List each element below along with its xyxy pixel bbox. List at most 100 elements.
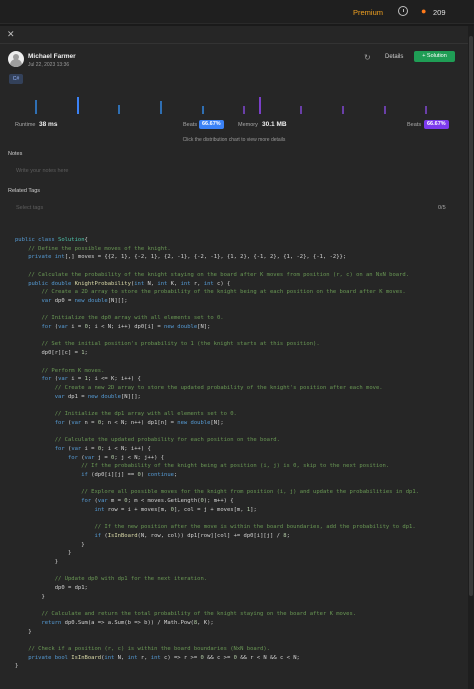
code-token: // Calculate the probability of the knig… [28,271,410,278]
submission-date: Jul 22, 2023 13:36 [28,62,70,68]
distribution-bar[interactable] [77,97,79,114]
code-token: var [71,419,82,426]
code-token: KnightProbability [74,280,131,287]
code-line: // Initialize the dp0 array with all ele… [15,314,419,323]
code-line: ​ [15,480,419,489]
notes-label: Notes [8,151,23,157]
code-token: ; m < moves.GetLength( [127,498,201,505]
code-token: private int [28,254,65,261]
code-line: // Update dp0 with dp1 for the next iter… [15,575,419,584]
distribution-bar[interactable] [300,106,302,114]
scrollbar[interactable] [468,26,474,689]
distribution-bar[interactable] [342,106,344,114]
scrollbar-thumb[interactable] [469,36,473,596]
distribution-bar[interactable] [160,101,162,114]
timer-icon[interactable] [398,6,408,16]
header-divider [0,43,468,44]
code-token: { [84,237,88,243]
code-line: private int[,] moves = {{2, 1}, {-2, 1},… [15,253,419,262]
runtime-label: Runtime [15,122,36,128]
author-name[interactable]: Michael Farmer [28,53,76,60]
code-token: // Define the possible moves of the knig… [28,245,171,252]
streak-count[interactable]: 209 [433,8,446,17]
fire-icon[interactable]: ● [421,6,426,16]
distribution-bar[interactable] [259,97,261,114]
code-token: var [41,297,52,304]
distribution-bar[interactable] [202,106,204,114]
code-line: } [15,628,419,637]
code-token: // Set the initial position's probabilit… [41,341,320,348]
code-line: int row = i + moves[m, 0], col = j + mov… [15,506,419,515]
code-token: row = i + moves[m, [104,506,171,513]
code-line: // If the new position after the move is… [15,523,419,532]
refresh-icon[interactable]: ↻ [364,53,371,62]
distribution-bar[interactable] [425,106,427,114]
distribution-bar[interactable] [243,106,245,114]
add-solution-button[interactable]: + Solution [414,51,455,62]
code-line: } [15,558,419,567]
code-token: int [94,506,105,513]
code-token: } [15,559,59,566]
distribution-bar[interactable] [118,105,120,114]
code-token: ; j < N; j++) { [114,454,165,461]
avatar[interactable] [8,51,24,67]
code-token: // If the probability of the knight bein… [81,463,390,470]
code-token: // Explore all possible moves for the kn… [81,489,419,496]
code-line: return dp0.Sum(a => a.Sum(b => b)) / Mat… [15,619,419,628]
code-line: if (IsInBoard(N, row, col)) dp1[row][col… [15,532,419,541]
code-token: public class [15,237,59,243]
code-token: int [134,280,145,287]
code-token: Solution [58,237,85,243]
code-line: } [15,549,419,558]
code-token: int [157,280,168,287]
code-line: // Explore all possible moves for the kn… [15,488,419,497]
code-token: new double [74,297,108,304]
code-token: for [41,324,52,331]
code-line: ​ [15,358,419,367]
tags-input[interactable]: Select tags [16,205,43,211]
code-token: var [97,498,108,505]
distribution-bar[interactable] [35,100,37,114]
code-token: var [58,324,68,331]
code-token: , K); [197,619,214,626]
code-token: dp0[r][c] = [15,350,82,357]
close-icon[interactable]: ✕ [7,29,15,40]
code-token: } [15,550,72,557]
code-token: ; i <= K; i++) { [87,376,141,383]
code-token: var [84,454,95,461]
distribution-bar[interactable] [384,106,386,114]
code-block[interactable]: public class Solution{ // Define the pos… [15,236,419,671]
code-token: } [15,593,45,600]
premium-link[interactable]: Premium [353,8,383,17]
code-line: dp0[r][c] = 1; [15,349,419,358]
code-line: for (var i = 0; i < N; i++) { [15,445,419,454]
code-line: // Perform K moves. [15,367,419,376]
code-token: ; [173,471,178,478]
code-token: K, [167,280,181,287]
notes-input[interactable]: Write your notes here [16,168,68,174]
details-button[interactable]: Details [385,54,403,60]
code-line: public double KnightProbability(int N, i… [15,280,419,289]
code-line: // Initialize the dp1 array with all ele… [15,410,419,419]
code-line: ​ [15,262,419,271]
code-line: ​ [15,401,419,410]
code-line: public class Solution{ [15,236,419,245]
code-token: [N]; [210,419,224,426]
code-token: ], col = j + moves[m, [173,506,247,513]
code-token: ); m++) { [203,498,234,505]
code-token: (N, row, col)) dp1[row][col] += dp0[i][j… [137,532,284,539]
memory-value: 30.1 MB [262,121,287,128]
code-token: c) => r >= [160,654,201,661]
code-token: for [67,454,78,461]
code-token: r, [190,280,204,287]
code-line: // Define the possible moves of the knig… [15,245,419,254]
